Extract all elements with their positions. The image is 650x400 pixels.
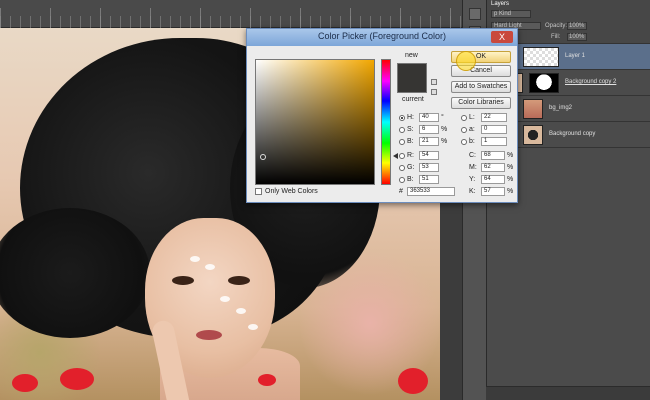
lips-shape <box>196 330 222 340</box>
layer-thumbnail <box>523 99 543 119</box>
close-button[interactable]: X <box>491 31 513 43</box>
photoshop-window: Layers p Kind Hard Light Opacity: 100% F… <box>0 0 650 400</box>
mouse-cursor-highlight <box>456 51 476 71</box>
saturation-radio[interactable] <box>399 127 405 133</box>
lab-b-label: b: <box>469 138 475 145</box>
saturation-input[interactable]: 6 <box>419 125 439 134</box>
petal-shape <box>205 264 215 270</box>
history-icon[interactable] <box>469 8 481 20</box>
red-radio[interactable] <box>399 153 405 159</box>
brightness-input[interactable]: 21 <box>419 137 439 146</box>
hex-input[interactable]: 363533 <box>407 187 455 196</box>
add-to-swatches-button[interactable]: Add to Swatches <box>451 81 511 93</box>
layers-panel-footer <box>486 386 650 400</box>
flower-shape <box>258 374 276 386</box>
layer-thumbnail <box>523 47 559 67</box>
brightness-radio[interactable] <box>399 139 405 145</box>
color-picker-dialog: Color Picker (Foreground Color) X new cu… <box>246 28 518 203</box>
flower-shape <box>398 368 428 394</box>
new-label: new <box>405 52 418 59</box>
layer-name: bg_img2 <box>549 105 573 111</box>
magenta-unit: % <box>507 164 514 171</box>
red-input[interactable]: 54 <box>419 151 439 160</box>
only-web-colors-checkbox[interactable] <box>255 188 262 195</box>
layer-mask-thumbnail <box>529 73 559 93</box>
brightness-unit: % <box>441 138 448 145</box>
color-picker-crosshair[interactable] <box>260 154 266 160</box>
flower-shape <box>12 374 38 392</box>
blue-radio[interactable] <box>399 177 405 183</box>
petal-shape <box>190 256 200 262</box>
only-web-colors-label: Only Web Colors <box>265 188 318 195</box>
dialog-title: Color Picker (Foreground Color) <box>317 31 447 41</box>
red-label: R: <box>407 152 414 159</box>
saturation-unit: % <box>441 126 448 133</box>
color-libraries-button[interactable]: Color Libraries <box>451 97 511 109</box>
flower-shape <box>60 368 94 390</box>
eye-shape <box>228 276 250 285</box>
web-safe-cube-icon[interactable] <box>431 89 437 95</box>
lab-l-radio[interactable] <box>461 115 467 121</box>
lab-a-input[interactable]: 0 <box>481 125 507 134</box>
hue-label: H: <box>407 114 414 121</box>
layer-name: Background copy 2 <box>565 79 617 85</box>
kind-filter-label: p Kind <box>494 11 512 17</box>
lab-l-input[interactable]: 22 <box>481 113 507 122</box>
magenta-input[interactable]: 62 <box>481 163 505 172</box>
ruler-minor-ticks <box>0 16 470 28</box>
tab-layers[interactable]: Layers <box>491 1 509 7</box>
eye-shape <box>172 276 194 285</box>
cyan-label: C: <box>469 152 476 159</box>
hue-radio[interactable] <box>399 115 405 121</box>
color-field[interactable] <box>255 59 375 185</box>
current-label: current <box>402 96 424 103</box>
petal-shape <box>248 324 258 330</box>
opacity-label: Opacity: <box>545 23 568 29</box>
hue-slider[interactable] <box>381 59 391 185</box>
black-unit: % <box>507 188 514 195</box>
saturation-label: S: <box>407 126 414 133</box>
magenta-label: M: <box>469 164 477 171</box>
yellow-input[interactable]: 64 <box>481 175 505 184</box>
green-label: G: <box>407 164 415 171</box>
petal-shape <box>220 296 230 302</box>
dialog-titlebar[interactable]: Color Picker (Foreground Color) X <box>247 29 517 46</box>
yellow-label: Y: <box>469 176 476 183</box>
lab-b-input[interactable]: 1 <box>481 137 507 146</box>
cyan-input[interactable]: 68 <box>481 151 505 160</box>
yellow-unit: % <box>507 176 514 183</box>
brightness-label: B: <box>407 138 414 145</box>
hue-slider-arrow[interactable] <box>393 153 398 159</box>
horizontal-ruler <box>0 0 470 28</box>
new-color-swatch <box>397 63 427 93</box>
hex-label: # <box>399 188 403 195</box>
hue-unit: ° <box>441 114 444 121</box>
layer-name: Layer 1 <box>565 53 586 59</box>
layer-name: Background copy <box>549 131 596 137</box>
opacity-value: 100% <box>569 23 585 29</box>
lab-b-radio[interactable] <box>461 139 467 145</box>
cyan-unit: % <box>507 152 514 159</box>
green-radio[interactable] <box>399 165 405 171</box>
layer-thumbnail <box>523 125 543 145</box>
hue-input[interactable]: 40 <box>419 113 439 122</box>
black-input[interactable]: 57 <box>481 187 505 196</box>
fill-label: Fill: <box>551 34 561 40</box>
blue-input[interactable]: 51 <box>419 175 439 184</box>
green-input[interactable]: 53 <box>419 163 439 172</box>
petal-shape <box>236 308 246 314</box>
black-label: K: <box>469 188 476 195</box>
out-of-gamut-icon[interactable] <box>431 79 437 85</box>
fill-value: 100% <box>569 34 585 40</box>
lab-l-label: L: <box>469 114 475 121</box>
blue-label: B: <box>407 176 414 183</box>
lab-a-label: a: <box>469 126 475 133</box>
lab-a-radio[interactable] <box>461 127 467 133</box>
